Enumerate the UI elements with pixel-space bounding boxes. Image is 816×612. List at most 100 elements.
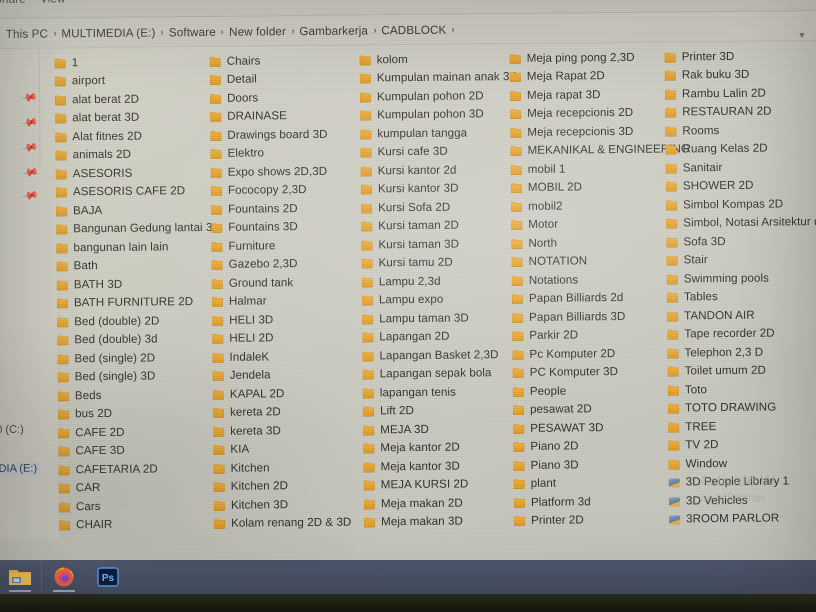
firefox-icon[interactable] <box>52 566 76 588</box>
list-item[interactable]: animals 2D <box>55 145 132 164</box>
list-item[interactable]: Rak buku 3D <box>665 65 750 84</box>
breadcrumb-item-software[interactable]: Software <box>165 25 220 39</box>
list-item[interactable]: KAPAL 2D <box>213 384 285 403</box>
list-item[interactable]: BATH 3D <box>57 275 123 294</box>
list-item[interactable]: Piano 3D <box>513 455 579 474</box>
breadcrumb-item-cadblock[interactable]: CADBLOCK <box>377 23 450 37</box>
list-item[interactable]: Kursi cafe 3D <box>360 142 447 161</box>
list-item[interactable]: Lapangan Basket 2,3D <box>362 345 498 364</box>
list-item[interactable]: Printer 3D <box>665 47 735 66</box>
list-item[interactable]: SHOWER 2D <box>666 176 754 195</box>
list-item[interactable]: 3ROOM PARLOR <box>669 509 779 528</box>
list-item[interactable]: Meja recepcionis 2D <box>510 103 633 122</box>
list-item[interactable]: Bed (double) 2D <box>57 311 159 330</box>
list-item[interactable]: Printer 2D <box>514 511 584 530</box>
list-item[interactable]: ASESORIS CAFE 2D <box>56 182 185 201</box>
list-item[interactable]: Meja makan 3D <box>364 512 463 531</box>
breadcrumb-item-new-folder[interactable]: New folder <box>225 25 290 39</box>
list-item[interactable]: Kumpulan pohon 2D <box>360 86 484 105</box>
list-item[interactable]: Bed (single) 3D <box>58 367 156 386</box>
list-item[interactable]: Ground tank <box>212 273 294 292</box>
list-item[interactable]: TOTO DRAWING <box>668 398 776 417</box>
list-item[interactable]: MEJA KURSI 2D <box>364 475 469 494</box>
list-item[interactable]: Papan Billiards 2d <box>512 288 624 307</box>
list-item[interactable]: KIA <box>213 440 249 458</box>
list-item[interactable]: Fountains 2D <box>211 199 298 218</box>
list-item[interactable]: kereta 2D <box>213 403 281 422</box>
list-item[interactable]: Stair <box>667 251 708 269</box>
list-item[interactable]: Meja Rapat 2D <box>510 67 605 86</box>
photoshop-icon[interactable]: Ps <box>96 566 120 588</box>
file-list[interactable]: 1 airport alat berat 2D alat berat 3D Alat f… <box>55 41 816 538</box>
list-item[interactable]: MEKANIKAL & ENGINEERING <box>510 140 690 160</box>
list-item[interactable]: TANDON AIR <box>667 306 755 325</box>
list-item[interactable]: CAR <box>59 479 101 497</box>
list-item[interactable]: Bed (double) 3d <box>57 330 157 349</box>
list-item[interactable]: lapangan tenis <box>363 383 456 402</box>
list-item[interactable]: Ruang Kelas 2D <box>665 139 767 158</box>
list-item[interactable]: Elektro <box>210 144 264 163</box>
list-item[interactable]: CAFE 2D <box>58 423 124 442</box>
list-item[interactable]: Kursi taman 3D <box>361 235 459 254</box>
list-item[interactable]: Meja kantor 2D <box>363 438 459 457</box>
breadcrumb-separator-0[interactable]: › <box>52 28 56 39</box>
list-item[interactable]: Bath <box>57 257 98 275</box>
list-item[interactable]: Lampu 2,3d <box>362 272 441 291</box>
list-item[interactable]: NOTATION <box>512 252 588 271</box>
list-item[interactable]: Kursi kantor 2d <box>361 161 457 180</box>
list-item[interactable]: BATH FURNITURE 2D <box>57 293 193 312</box>
list-item[interactable]: TREE <box>668 417 716 435</box>
list-item[interactable]: Halmar <box>212 292 267 311</box>
list-item[interactable]: Lift 2D <box>363 401 414 419</box>
list-item[interactable]: Kursi taman 2D <box>361 216 459 235</box>
list-item[interactable]: Toilet umum 2D <box>668 361 766 380</box>
list-item[interactable]: Meja kantor 3D <box>363 457 460 476</box>
list-item[interactable]: Kumpulan pohon 3D <box>360 105 484 124</box>
list-item[interactable]: Lapangan sepak bola <box>363 364 492 383</box>
list-item[interactable]: PC Komputer 3D <box>513 363 619 382</box>
breadcrumb-separator-4[interactable]: › <box>372 25 376 36</box>
list-item[interactable]: kolom <box>360 50 408 68</box>
list-item[interactable]: Kitchen <box>213 458 270 477</box>
list-item[interactable]: Rooms <box>665 121 719 140</box>
list-item[interactable]: CAFETARIA 2D <box>58 459 158 478</box>
list-item[interactable]: Chairs <box>210 51 261 69</box>
list-item[interactable]: Toto <box>668 380 707 398</box>
file-explorer-icon[interactable] <box>8 566 32 588</box>
list-item[interactable]: Meja recepcionis 3D <box>510 122 633 141</box>
list-item[interactable]: pesawat 2D <box>513 400 592 419</box>
ribbon-tab-share[interactable]: Share <box>0 0 26 6</box>
list-item[interactable]: Jendela <box>213 366 271 385</box>
list-item[interactable]: alat berat 2D <box>55 90 139 109</box>
list-item[interactable]: BAJA <box>56 201 102 219</box>
list-item[interactable]: CAFE 3D <box>58 441 124 460</box>
list-item[interactable]: alat berat 3D <box>55 108 139 127</box>
list-item[interactable]: Notations <box>512 270 579 289</box>
list-item[interactable]: bangunan lain lain <box>56 237 168 256</box>
list-item[interactable]: Meja rapat 3D <box>510 85 601 104</box>
list-item[interactable]: Rambu Lalin 2D <box>665 84 766 103</box>
list-item[interactable]: Tape recorder 2D <box>667 324 775 343</box>
list-item[interactable]: Kitchen 2D <box>214 477 288 496</box>
nav-pane-item[interactable]: DIA (E:) <box>0 461 41 476</box>
list-item[interactable]: ASESORIS <box>56 164 133 183</box>
list-item[interactable]: 3D Vehicles <box>669 491 748 510</box>
breadcrumb-item-multimedia-e[interactable]: MULTIMEDIA (E:) <box>57 26 159 40</box>
list-item[interactable]: Meja makan 2D <box>364 494 463 513</box>
list-item[interactable]: Simbol, Notasi Arsitektur dan <box>666 212 816 232</box>
list-item[interactable]: Drawings board 3D <box>210 125 327 144</box>
list-item[interactable]: PESAWAT 3D <box>513 418 603 437</box>
list-item[interactable]: DRAINASE <box>210 107 287 126</box>
list-item[interactable]: Kursi Sofa 2D <box>361 198 450 217</box>
breadcrumb-separator-3[interactable]: › <box>290 26 294 37</box>
list-item[interactable]: Pc Komputer 2D <box>512 344 615 363</box>
list-item[interactable]: Bed (single) 2D <box>57 348 155 367</box>
list-item[interactable]: Swimming pools <box>667 269 769 288</box>
list-item[interactable]: Meja ping pong 2,3D <box>510 48 635 67</box>
taskbar[interactable]: Ps <box>0 560 816 594</box>
list-item[interactable]: Platform 3d <box>514 492 591 511</box>
list-item[interactable]: airport <box>55 71 105 89</box>
list-item[interactable]: HELI 3D <box>212 310 273 329</box>
list-item[interactable]: Tables <box>667 288 718 306</box>
ribbon-tab-view[interactable]: View <box>40 0 66 6</box>
